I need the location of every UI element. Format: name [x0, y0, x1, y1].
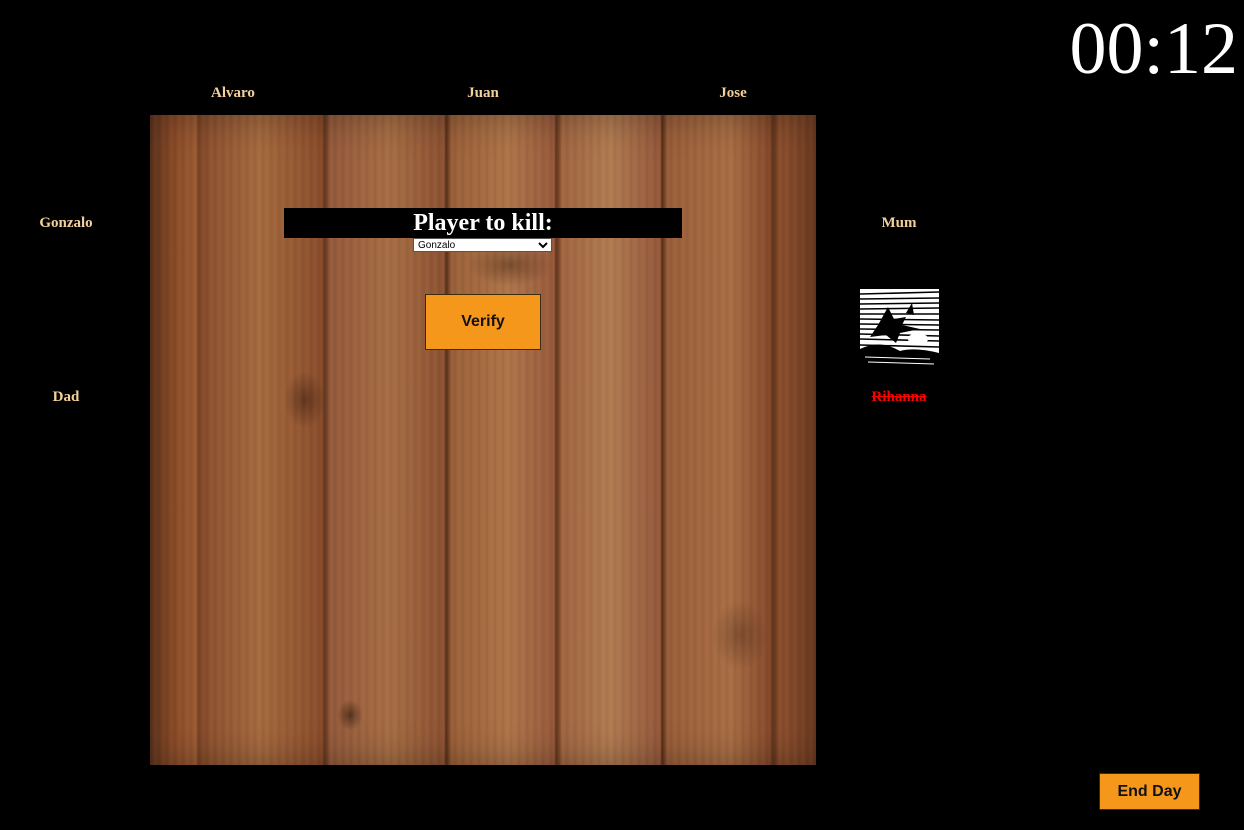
verify-button[interactable]: Verify	[425, 294, 541, 350]
player-rihanna[interactable]: Rihanna	[839, 389, 959, 406]
witch-silhouette-icon	[860, 289, 939, 370]
player-to-kill-select[interactable]: Gonzalo	[413, 238, 552, 252]
game-screen: 00:12 Alvaro Juan Jose Gonzalo Mum Dad R…	[0, 0, 1244, 830]
player-juan[interactable]: Juan	[423, 85, 543, 102]
player-jose[interactable]: Jose	[673, 85, 793, 102]
player-gonzalo[interactable]: Gonzalo	[6, 215, 126, 232]
player-mum[interactable]: Mum	[839, 215, 959, 232]
player-dad[interactable]: Dad	[6, 389, 126, 406]
countdown-timer: 00:12	[1069, 8, 1238, 90]
end-day-button[interactable]: End Day	[1099, 773, 1200, 810]
kill-panel-title: Player to kill:	[284, 208, 682, 238]
player-alvaro[interactable]: Alvaro	[173, 85, 293, 102]
